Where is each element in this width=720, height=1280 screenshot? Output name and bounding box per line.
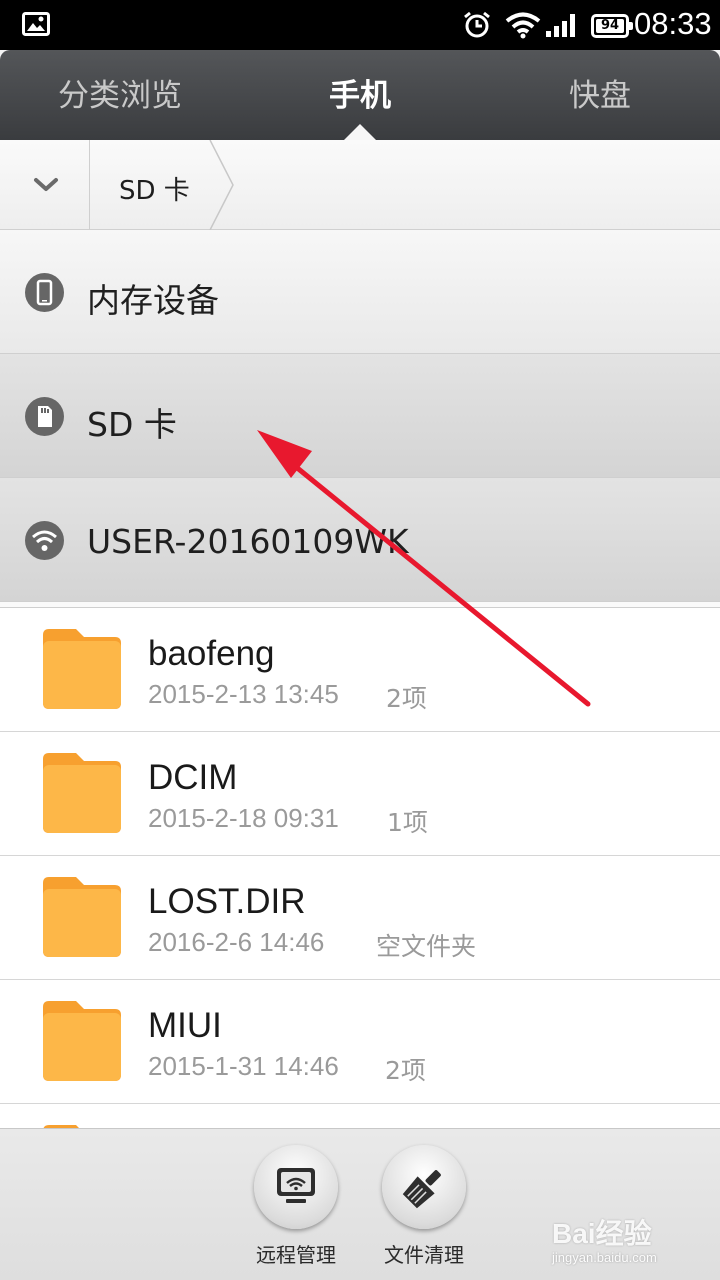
folder-row[interactable]: LOST.DIR 2016-2-6 14:46 空文件夹 — [0, 856, 720, 980]
storage-item-network-device[interactable]: USER-20160109WK — [0, 478, 720, 602]
broom-icon — [402, 1170, 441, 1209]
storage-label: USER-20160109WK — [87, 522, 409, 561]
folder-name: baofeng — [148, 634, 275, 673]
phone-icon — [25, 273, 64, 312]
folder-icon — [40, 627, 124, 715]
clock: 08:33 — [634, 6, 712, 41]
remote-management-button[interactable]: 远程管理 — [241, 1145, 351, 1268]
tab-category-browse[interactable]: 分类浏览 — [0, 50, 240, 140]
folder-item-count: 1项 — [387, 808, 428, 837]
breadcrumb-label: SD 卡 — [119, 176, 190, 206]
remote-management-label: 远程管理 — [256, 1243, 336, 1267]
folder-name: MIUI — [148, 1006, 222, 1045]
file-cleanup-button[interactable]: 文件清理 — [369, 1145, 479, 1268]
active-tab-pointer — [343, 124, 377, 141]
storage-label: 内存设备 — [87, 281, 219, 320]
breadcrumb-dropdown-button[interactable] — [0, 140, 90, 230]
watermark-url: jingyan.baidu.com — [552, 1250, 657, 1265]
folder-date: 2015-2-13 13:45 — [148, 679, 339, 709]
breadcrumb: SD 卡 — [0, 140, 720, 230]
storage-label: SD 卡 — [87, 405, 177, 444]
folder-name: DCIM — [148, 758, 238, 797]
cleanup-button-circle[interactable] — [382, 1145, 466, 1229]
wifi-icon — [505, 11, 541, 43]
battery-level: 94 — [596, 19, 624, 33]
folder-date: 2016-2-6 14:46 — [148, 927, 325, 957]
status-bar: 94 08:33 — [0, 0, 720, 50]
signal-icon — [545, 12, 579, 42]
folder-icon — [40, 999, 124, 1087]
watermark-logo: Bai经验 — [552, 1218, 652, 1249]
tab-kuaipan[interactable]: 快盘 — [480, 50, 720, 140]
folder-icon — [40, 751, 124, 839]
folder-item-count: 2项 — [385, 1056, 426, 1085]
storage-item-sd-card[interactable]: SD 卡 — [0, 354, 720, 478]
baidu-watermark: Bai经验 jingyan.baidu.com — [552, 1210, 712, 1270]
chevron-down-icon — [34, 178, 58, 191]
folder-row[interactable] — [0, 1104, 720, 1128]
folder-date: 2015-1-31 14:46 — [148, 1051, 339, 1081]
folder-item-count: 空文件夹 — [376, 932, 477, 961]
gallery-icon — [22, 12, 50, 40]
alarm-icon — [462, 10, 492, 44]
folder-row[interactable]: baofeng 2015-2-13 13:45 2项 — [0, 608, 720, 732]
folder-list: baofeng 2015-2-13 13:45 2项 DCIM 2015-2-1… — [0, 608, 720, 1128]
storage-list: 内存设备 SD 卡 USER-20160109WK — [0, 230, 720, 608]
folder-icon — [40, 875, 124, 963]
folder-row[interactable]: MIUI 2015-1-31 14:46 2项 — [0, 980, 720, 1104]
monitor-icon — [277, 1168, 315, 1203]
folder-name: LOST.DIR — [148, 882, 306, 921]
remote-button-circle[interactable] — [254, 1145, 338, 1229]
storage-item-internal[interactable]: 内存设备 — [0, 230, 720, 354]
sd-card-icon — [25, 397, 64, 436]
file-cleanup-label: 文件清理 — [384, 1243, 464, 1267]
wifi-device-icon — [25, 521, 64, 560]
battery-icon: 94 — [591, 14, 633, 38]
folder-date: 2015-2-18 09:31 — [148, 803, 339, 833]
folder-row[interactable]: DCIM 2015-2-18 09:31 1项 — [0, 732, 720, 856]
folder-item-count: 2项 — [386, 684, 427, 713]
breadcrumb-item-sd-card[interactable]: SD 卡 — [90, 140, 235, 230]
breadcrumb-separator — [209, 140, 234, 230]
